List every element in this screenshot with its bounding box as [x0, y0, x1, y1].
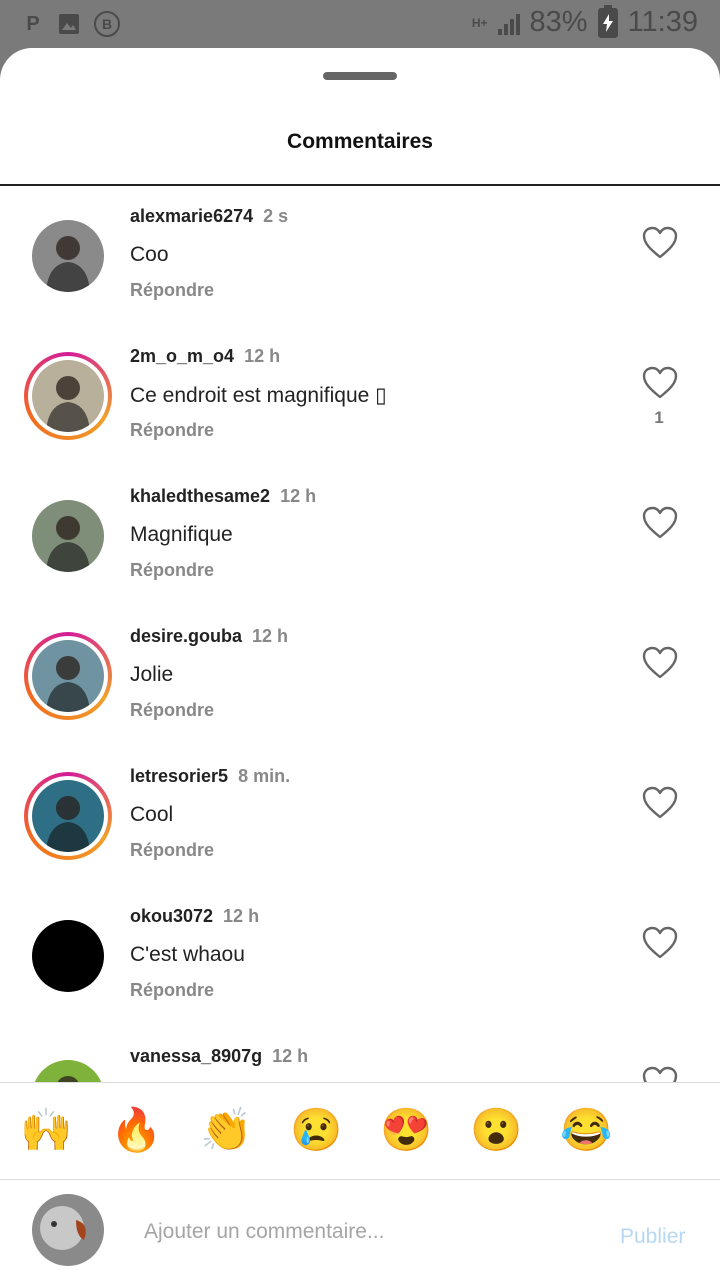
clock: 11:39 — [627, 6, 698, 38]
comment-text: C'est whaou — [130, 943, 245, 966]
comment-username[interactable]: okou3072 12 h — [130, 906, 259, 927]
emoji-quick-reaction[interactable]: 👏 — [200, 1105, 252, 1155]
like-heart-icon[interactable] — [642, 926, 678, 960]
emoji-quick-reaction[interactable]: 😂 — [560, 1105, 612, 1155]
comment-avatar[interactable] — [24, 492, 112, 580]
comment-username[interactable]: letresorier5 8 min. — [130, 766, 290, 787]
status-left-icons: P B — [22, 11, 120, 37]
comment-row: khaledthesame2 12 h Magnifique Répondre — [0, 466, 720, 606]
comment-avatar[interactable] — [24, 212, 112, 300]
comment-row: letresorier5 8 min. Cool Répondre — [0, 746, 720, 886]
status-bar: P B H+ 83% 11:39 — [0, 0, 720, 48]
publish-button[interactable]: Publier — [620, 1225, 685, 1249]
avatar — [32, 640, 104, 712]
avatar — [32, 360, 104, 432]
composer-divider — [0, 1179, 720, 1180]
signal-icon — [497, 11, 520, 35]
like-heart-icon[interactable] — [642, 226, 678, 260]
comment-username[interactable]: vanessa_8907g 12 h — [130, 1046, 308, 1067]
image-icon — [58, 13, 80, 35]
username-text[interactable]: okou3072 — [130, 906, 213, 926]
p-icon: P — [26, 12, 40, 35]
username-text[interactable]: alexmarie6274 — [130, 206, 253, 226]
comment-row: okou3072 12 h C'est whaou Répondre — [0, 886, 720, 1026]
comment-text: Magnifique — [130, 523, 233, 546]
comments-list[interactable]: alexmarie6274 2 s Coo Répondre 2m_o_m_o4 12 h… — [0, 186, 720, 1082]
comments-sheet: Commentaires alexmarie6274 2 s Coo Répondre… — [0, 48, 720, 1280]
comment-avatar[interactable] — [24, 352, 112, 440]
comment-username[interactable]: khaledthesame2 12 h — [130, 486, 316, 507]
battery-charging-icon — [597, 4, 618, 38]
comment-row: vanessa_8907g 12 h — [0, 1026, 720, 1082]
avatar — [32, 780, 104, 852]
like-count[interactable]: 1 — [640, 408, 678, 428]
username-text[interactable]: khaledthesame2 — [130, 486, 270, 506]
emoji-quick-reaction[interactable]: 🙌 — [20, 1105, 72, 1155]
sheet-title: Commentaires — [287, 130, 433, 153]
comment-time: 12 h — [280, 486, 317, 506]
comment-row: desire.gouba 12 h Jolie Répondre — [0, 606, 720, 746]
comment-username[interactable]: 2m_o_m_o4 12 h — [130, 346, 280, 367]
reply-button[interactable]: Répondre — [130, 280, 214, 301]
username-text[interactable]: desire.gouba — [130, 626, 242, 646]
emoji-quick-reaction[interactable]: 😍 — [380, 1105, 432, 1155]
comment-time: 8 min. — [238, 766, 291, 786]
comment-text: Cool — [130, 803, 174, 826]
emoji-bar: 🙌 🔥 👏 😢 😍 😮 😂 — [0, 1083, 720, 1178]
emoji-quick-reaction[interactable]: 😢 — [290, 1105, 342, 1155]
comment-input[interactable] — [142, 1208, 586, 1256]
comment-time: 2 s — [263, 206, 289, 226]
avatar — [32, 1060, 104, 1082]
comment-username[interactable]: desire.gouba 12 h — [130, 626, 288, 647]
comment-avatar[interactable] — [24, 772, 112, 860]
sheet-grabber[interactable] — [323, 72, 397, 80]
comment-row: alexmarie6274 2 s Coo Répondre — [0, 186, 720, 326]
username-text[interactable]: letresorier5 — [130, 766, 228, 786]
avatar — [32, 500, 104, 572]
current-user-avatar — [32, 1194, 104, 1266]
comment-time: 12 h — [223, 906, 260, 926]
username-text[interactable]: vanessa_8907g — [130, 1046, 262, 1066]
emoji-quick-reaction[interactable]: 🔥 — [110, 1105, 162, 1155]
username-text[interactable]: 2m_o_m_o4 — [130, 346, 234, 366]
b-icon: B — [94, 11, 120, 37]
network-type: H+ — [471, 15, 488, 30]
comment-username[interactable]: alexmarie6274 2 s — [130, 206, 288, 227]
comment-avatar[interactable] — [24, 1052, 112, 1082]
battery-percent: 83% — [529, 6, 588, 38]
like-heart-icon[interactable] — [642, 646, 678, 680]
like-heart-icon[interactable] — [642, 366, 678, 400]
comment-text: Jolie — [130, 663, 174, 686]
avatar — [32, 920, 104, 992]
comment-time: 12 h — [252, 626, 289, 646]
comment-time: 12 h — [244, 346, 281, 366]
comment-row: 2m_o_m_o4 12 h Ce endroit est magnifique ▯… — [0, 326, 720, 466]
like-heart-icon[interactable] — [642, 506, 678, 540]
comment-time: 12 h — [272, 1046, 309, 1066]
reply-button[interactable]: Répondre — [130, 980, 214, 1001]
reply-button[interactable]: Répondre — [130, 560, 214, 581]
comment-text: Coo — [130, 243, 169, 266]
comment-avatar[interactable] — [24, 632, 112, 720]
emoji-quick-reaction[interactable]: 😮 — [470, 1105, 522, 1155]
like-heart-icon[interactable] — [642, 786, 678, 820]
avatar — [32, 220, 104, 292]
reply-button[interactable]: Répondre — [130, 840, 214, 861]
reply-button[interactable]: Répondre — [130, 420, 214, 441]
status-right: H+ 83% 11:39 — [471, 4, 698, 39]
comment-avatar[interactable] — [24, 912, 112, 1000]
reply-button[interactable]: Répondre — [130, 700, 214, 721]
like-heart-icon[interactable] — [642, 1066, 678, 1082]
comment-text: Ce endroit est magnifique ▯ — [130, 384, 387, 407]
